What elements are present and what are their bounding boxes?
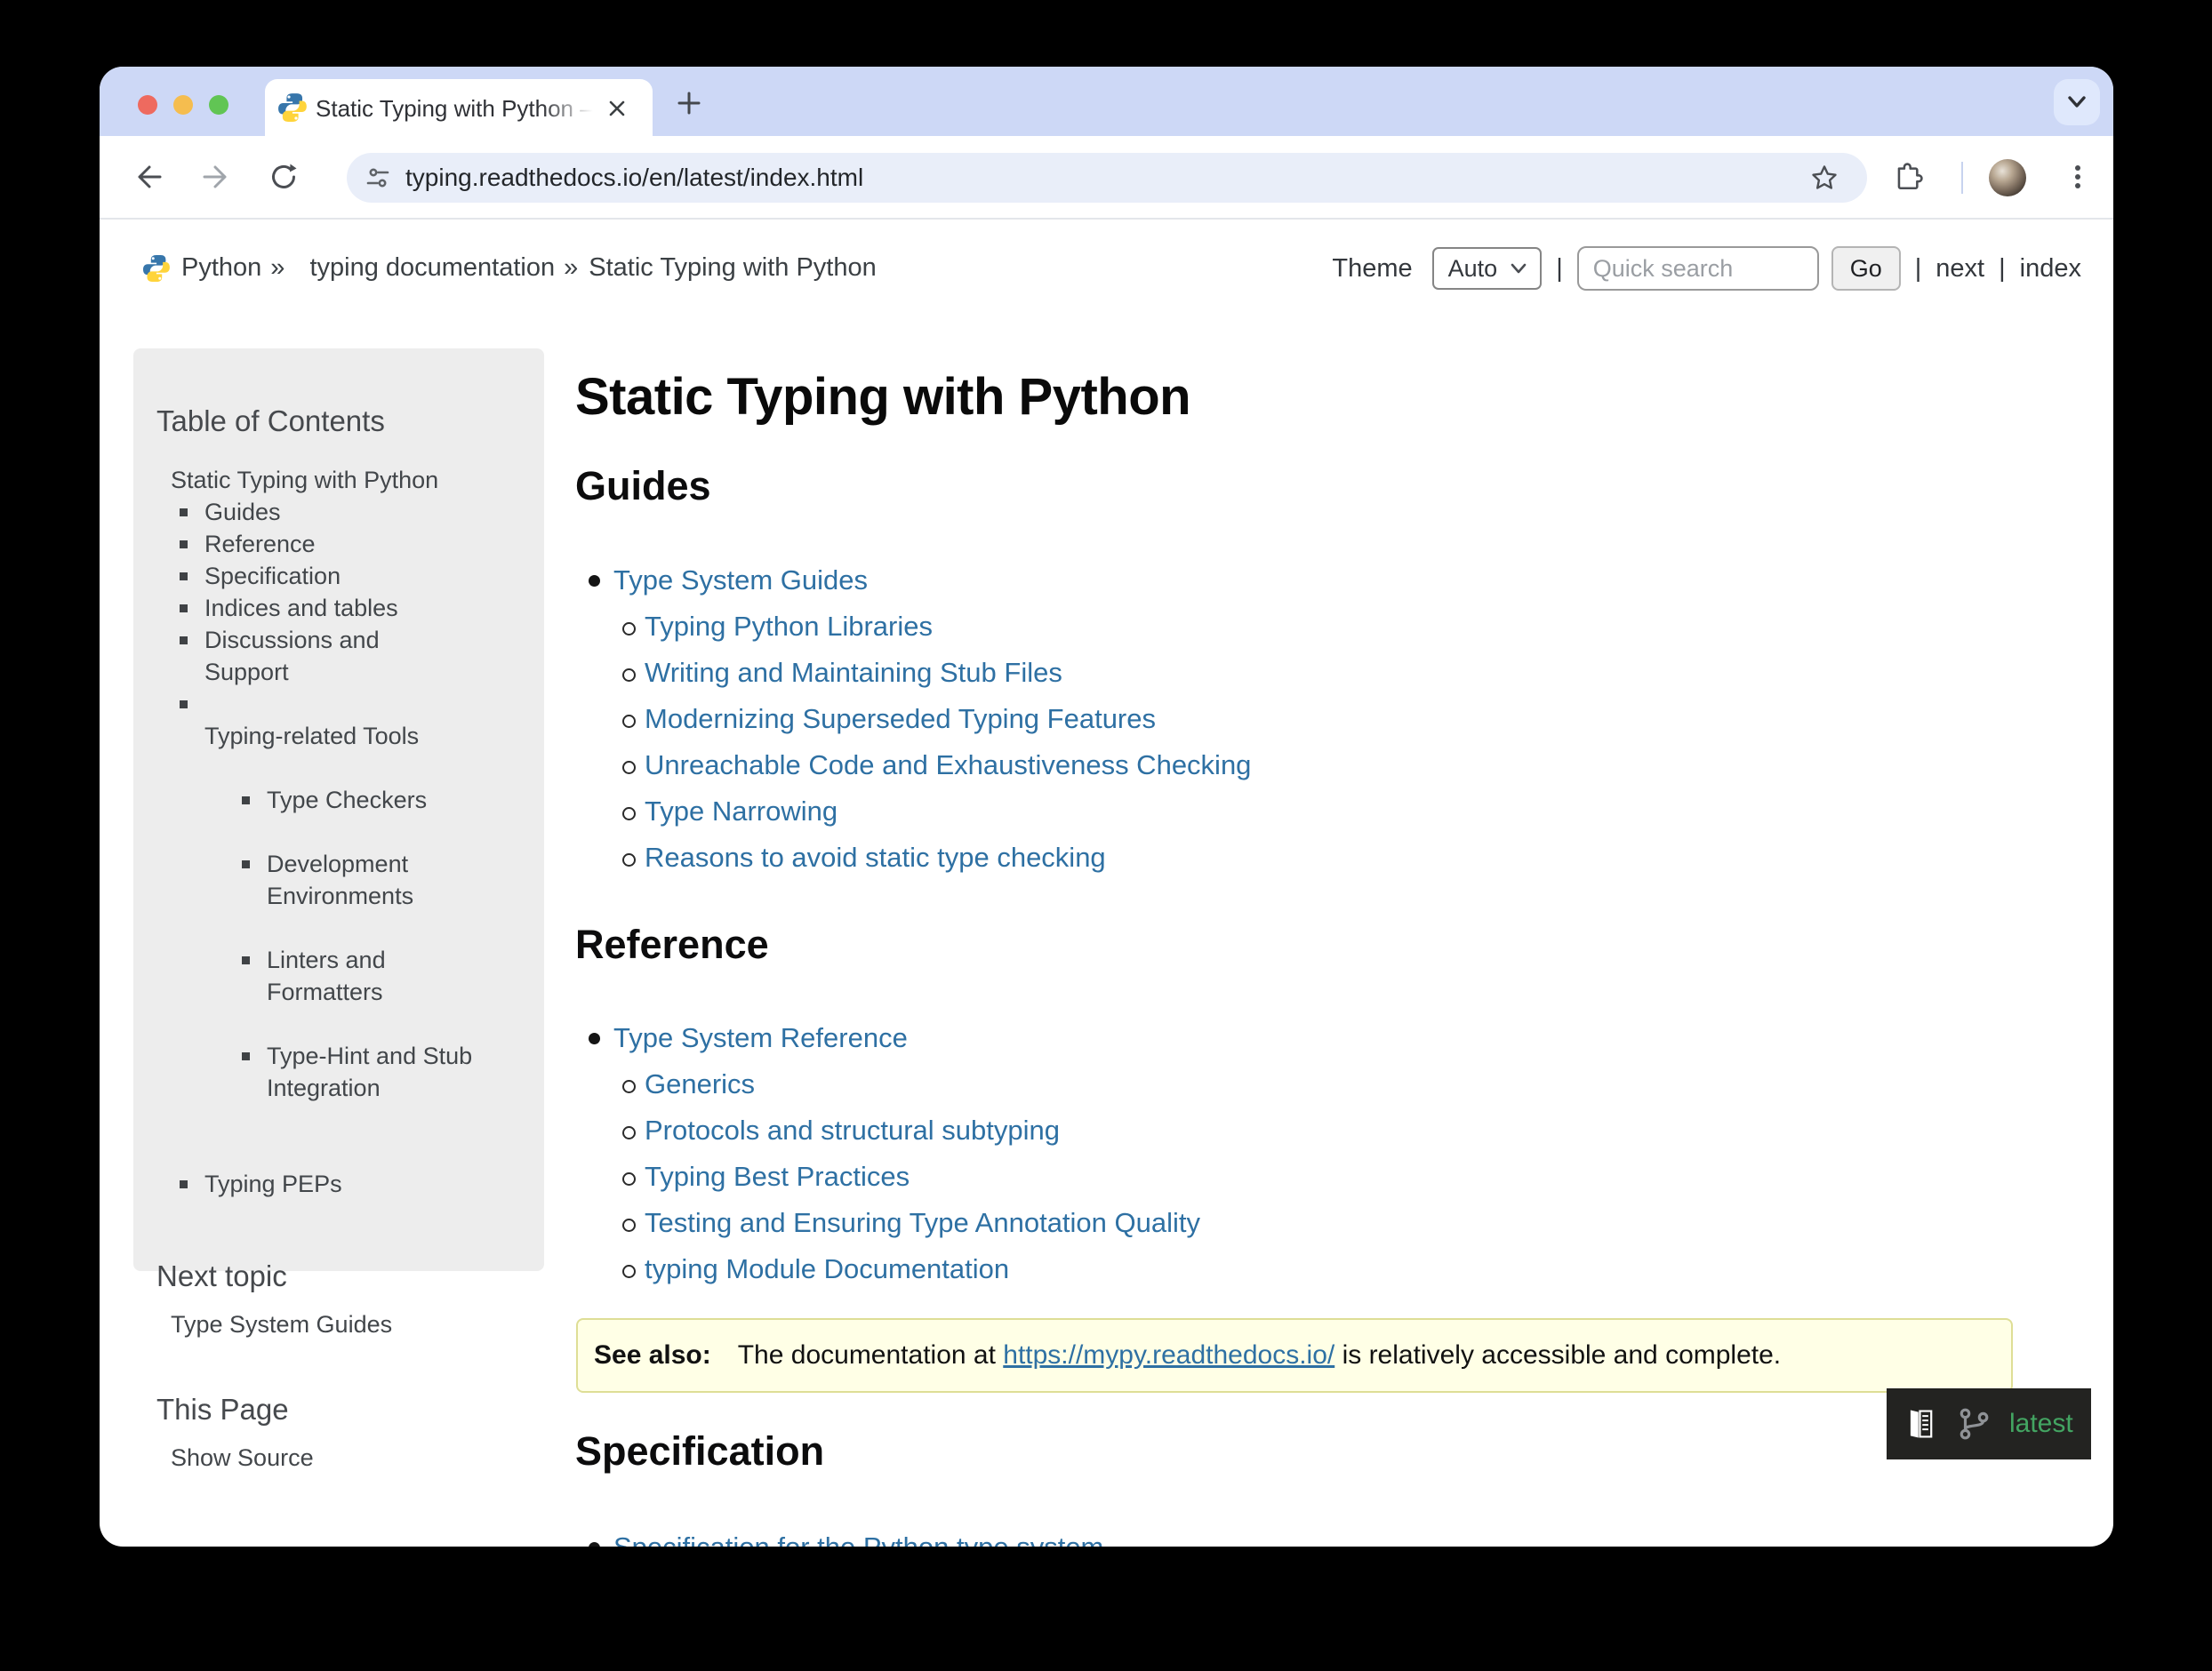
list-item: Writing and Maintaining Stub Files <box>645 650 1251 696</box>
specification-list: Specification for the Python type system <box>575 1524 1103 1547</box>
minimize-window-button[interactable] <box>173 95 193 115</box>
reload-icon[interactable] <box>268 162 299 192</box>
breadcrumb-project-link[interactable]: typing documentation <box>309 253 555 283</box>
list-item: Reasons to avoid static type checking <box>645 835 1251 881</box>
link-type-system-guides[interactable]: Type System Guides <box>613 564 868 596</box>
link-typing-module-docs[interactable]: typing Module Documentation <box>645 1253 1009 1285</box>
link-type-narrowing[interactable]: Type Narrowing <box>645 796 838 828</box>
guides-heading: Guides <box>575 463 711 509</box>
list-item: Typing Best Practices <box>645 1154 1200 1200</box>
tab-search-button[interactable] <box>2054 79 2100 125</box>
reference-heading: Reference <box>575 922 769 968</box>
seealso-text: The documentation at https://mypy.readth… <box>738 1340 1781 1371</box>
link-unreachable-code[interactable]: Unreachable Code and Exhaustiveness Chec… <box>645 749 1251 781</box>
git-branch-icon <box>1958 1407 1990 1441</box>
python-favicon-icon <box>277 92 308 123</box>
list-item: Specification for the Python type system <box>613 1524 1103 1547</box>
link-writing-stub-files[interactable]: Writing and Maintaining Stub Files <box>645 657 1062 689</box>
breadcrumb-python-link[interactable]: Python <box>181 253 261 283</box>
link-spec-python-type-system[interactable]: Specification for the Python type system <box>613 1531 1103 1547</box>
fullscreen-window-button[interactable] <box>209 95 228 115</box>
link-best-practices[interactable]: Typing Best Practices <box>645 1161 910 1193</box>
link-reasons-to-avoid[interactable]: Reasons to avoid static type checking <box>645 842 1106 874</box>
browser-window: Static Typing with Python — ty <box>100 67 2113 1547</box>
list-item: Testing and Ensuring Type Annotation Qua… <box>645 1200 1200 1246</box>
list-item: Protocols and structural subtyping <box>645 1107 1200 1154</box>
sidebar-item-linters[interactable]: Linters and Formatters <box>240 944 523 1008</box>
sidebar-item-indices[interactable]: Indices and tables <box>178 592 523 624</box>
link-modernizing-typing[interactable]: Modernizing Superseded Typing Features <box>645 703 1156 735</box>
sidebar-item-typing-peps[interactable]: Typing PEPs <box>178 1168 523 1200</box>
book-icon <box>1903 1406 1938 1442</box>
sidebar-item-static-typing[interactable]: Static Typing with Python <box>156 464 523 496</box>
forward-icon[interactable] <box>201 162 231 192</box>
sidebar-item-reference[interactable]: Reference <box>178 528 523 560</box>
link-generics[interactable]: Generics <box>645 1068 755 1100</box>
main-content: Static Typing with Python Guides Type Sy… <box>575 67 2024 1547</box>
link-mypy-docs[interactable]: https://mypy.readthedocs.io/ <box>1003 1340 1334 1370</box>
sidebar-item-type-checkers[interactable]: Type Checkers <box>240 784 523 816</box>
tab-title: Static Typing with Python — ty <box>316 94 598 123</box>
chevron-down-icon <box>2063 90 2091 115</box>
sidebar-item-guides[interactable]: Guides <box>178 496 523 528</box>
sidebar-item-specification[interactable]: Specification <box>178 560 523 592</box>
link-type-system-reference[interactable]: Type System Reference <box>613 1022 908 1054</box>
this-page-title: This Page <box>156 1390 523 1429</box>
index-link[interactable]: index <box>2020 254 2081 284</box>
list-item: Type System Guides Typing Python Librari… <box>613 557 1251 881</box>
python-logo-icon <box>142 254 171 283</box>
sidebar-item-discussions[interactable]: Discussions and Support <box>178 624 523 688</box>
list-item: typing Module Documentation <box>645 1246 1200 1292</box>
list-item: Unreachable Code and Exhaustiveness Chec… <box>645 742 1251 788</box>
list-item: Modernizing Superseded Typing Features <box>645 696 1251 742</box>
toc-list: Guides Reference Specification Indices a… <box>156 496 523 1200</box>
sidebar-item-typing-tools[interactable]: Typing-related Tools Type Checkers Devel… <box>178 688 523 1168</box>
specification-heading: Specification <box>575 1428 824 1475</box>
seealso-label: See also: <box>594 1340 711 1371</box>
list-item: Typing Python Libraries <box>645 604 1251 650</box>
site-info-icon[interactable] <box>366 166 389 189</box>
list-item: Type Narrowing <box>645 788 1251 835</box>
link-typing-python-libraries[interactable]: Typing Python Libraries <box>645 611 933 643</box>
guides-sublist: Typing Python Libraries Writing and Main… <box>613 604 1251 881</box>
close-window-button[interactable] <box>138 95 157 115</box>
reference-sublist: Generics Protocols and structural subtyp… <box>613 1061 1200 1292</box>
back-icon[interactable] <box>133 162 164 192</box>
toc-title: Table of Contents <box>156 402 523 441</box>
toc-sublist: Type Checkers Development Environments L… <box>204 752 523 1136</box>
next-topic-link[interactable]: Type System Guides <box>156 1308 523 1340</box>
sidebar-item-typehint-stub[interactable]: Type-Hint and Stub Integration <box>240 1040 523 1104</box>
list-item: Generics <box>645 1061 1200 1107</box>
seealso-admonition: See also: The documentation at https://m… <box>576 1318 2013 1393</box>
kebab-menu-icon[interactable] <box>2063 162 2093 192</box>
sidebar-item-dev-environments[interactable]: Development Environments <box>240 848 523 912</box>
breadcrumb-separator: » <box>270 253 285 283</box>
version-label[interactable]: latest <box>2009 1409 2073 1439</box>
page-title: Static Typing with Python <box>575 367 1190 427</box>
sidebar-item-label[interactable]: Typing-related Tools <box>204 723 419 749</box>
guides-list: Type System Guides Typing Python Librari… <box>575 557 1251 881</box>
list-item: Type System Reference Generics Protocols… <box>613 1015 1200 1292</box>
link-protocols[interactable]: Protocols and structural subtyping <box>645 1115 1060 1147</box>
next-topic-title: Next topic <box>156 1257 523 1296</box>
link-testing-quality[interactable]: Testing and Ensuring Type Annotation Qua… <box>645 1207 1200 1239</box>
sidebar: Table of Contents Static Typing with Pyt… <box>133 348 544 1271</box>
show-source-link[interactable]: Show Source <box>156 1442 523 1474</box>
readthedocs-flyout[interactable]: latest <box>1887 1388 2091 1459</box>
reference-list: Type System Reference Generics Protocols… <box>575 1015 1200 1292</box>
